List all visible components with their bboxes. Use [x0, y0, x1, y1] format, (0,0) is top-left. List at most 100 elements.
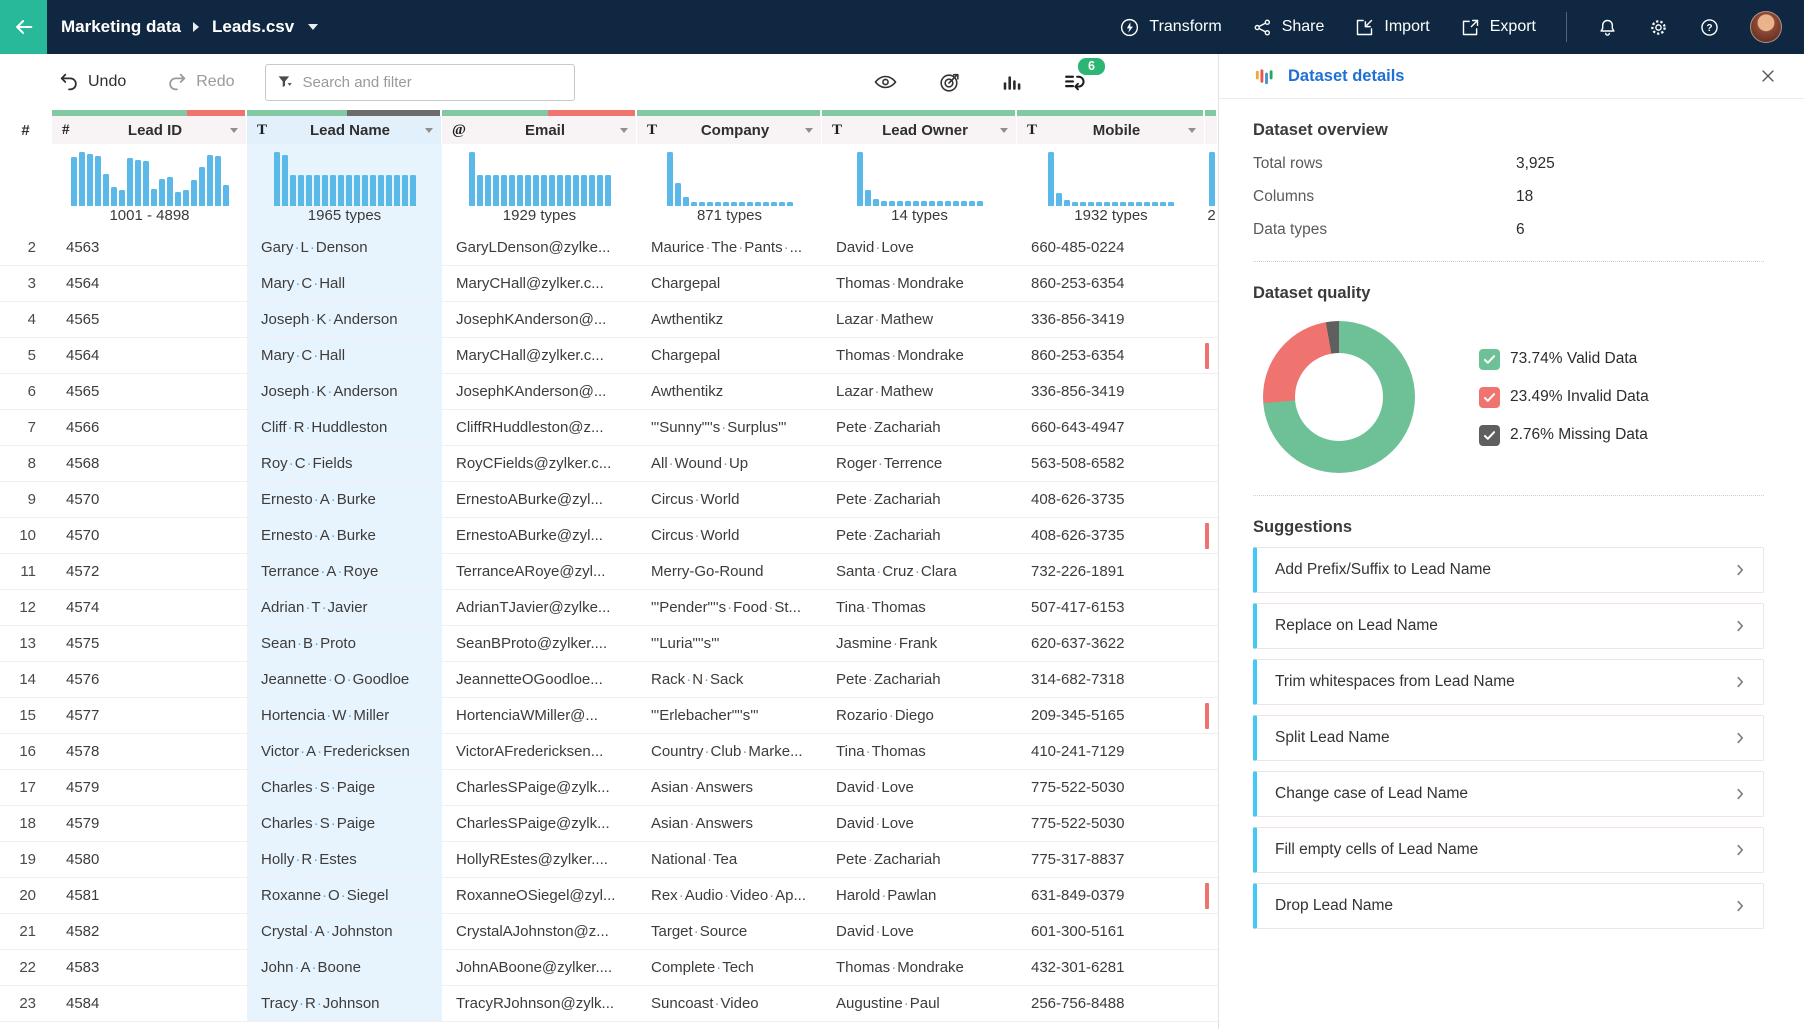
cell-mobile[interactable]: 507-417-6153: [1017, 590, 1205, 625]
breadcrumb-file[interactable]: Leads.csv: [212, 17, 294, 37]
cell-email[interactable]: HortenciaWMiller@...: [442, 698, 637, 733]
cell-email[interactable]: CharlesSPaige@zylk...: [442, 806, 637, 841]
cell-lead-name[interactable]: Joseph · K · Anderson: [247, 302, 442, 337]
column-header-email[interactable]: @ Email: [442, 116, 636, 144]
cell-lead-id[interactable]: 4578: [52, 734, 247, 769]
cell-mobile[interactable]: 432-301-6281: [1017, 950, 1205, 985]
help-button[interactable]: ?: [1699, 17, 1720, 38]
cell-lead-id[interactable]: 4564: [52, 266, 247, 301]
cell-lead-owner[interactable]: David · Love: [822, 770, 1017, 805]
cell-lead-owner[interactable]: Jasmine · Frank: [822, 626, 1017, 661]
cell-lead-owner[interactable]: Thomas · Mondrake: [822, 338, 1017, 373]
column-menu-caret-icon[interactable]: [1000, 127, 1008, 133]
close-panel-button[interactable]: [1758, 66, 1778, 86]
suggestion-card[interactable]: Change case of Lead Name: [1253, 771, 1764, 817]
cell-lead-name[interactable]: Jeannette · O · Goodloe: [247, 662, 442, 697]
cell-lead-owner[interactable]: Tina · Thomas: [822, 734, 1017, 769]
cell-email[interactable]: JeannetteOGoodloe...: [442, 662, 637, 697]
cell-email[interactable]: MaryCHall@zylker.c...: [442, 338, 637, 373]
cell-company[interactable]: "'Sunny"''s · Surplus'": [637, 410, 822, 445]
cell-company[interactable]: National · Tea: [637, 842, 822, 877]
cell-mobile[interactable]: 256-756-8488: [1017, 986, 1205, 1021]
cell-lead-owner[interactable]: Thomas · Mondrake: [822, 950, 1017, 985]
cell-mobile[interactable]: 631-849-0379: [1017, 878, 1205, 913]
import-button[interactable]: Import: [1354, 17, 1430, 38]
cell-email[interactable]: TerranceARoye@zyl...: [442, 554, 637, 589]
cell-company[interactable]: Circus · World: [637, 482, 822, 517]
cell-email[interactable]: CharlesSPaige@zylk...: [442, 770, 637, 805]
cell-lead-owner[interactable]: Pete · Zachariah: [822, 662, 1017, 697]
suggestion-card[interactable]: Add Prefix/Suffix to Lead Name: [1253, 547, 1764, 593]
cell-mobile[interactable]: 336-856-3419: [1017, 302, 1205, 337]
cell-lead-name[interactable]: Sean · B · Proto: [247, 626, 442, 661]
column-menu-caret-icon[interactable]: [1188, 127, 1196, 133]
cell-lead-owner[interactable]: Pete · Zachariah: [822, 518, 1017, 553]
user-avatar[interactable]: [1750, 11, 1782, 43]
cell-lead-id[interactable]: 4582: [52, 914, 247, 949]
cell-email[interactable]: SeanBProto@zylker....: [442, 626, 637, 661]
cell-lead-owner[interactable]: Santa · Cruz · Clara: [822, 554, 1017, 589]
cell-lead-name[interactable]: Gary · L · Denson: [247, 230, 442, 265]
cell-company[interactable]: Chargepal: [637, 338, 822, 373]
settings-button[interactable]: [1648, 17, 1669, 38]
cell-lead-owner[interactable]: Thomas · Mondrake: [822, 266, 1017, 301]
column-header-lead-name[interactable]: T Lead Name: [247, 116, 441, 144]
cell-company[interactable]: Rack · N · Sack: [637, 662, 822, 697]
transform-button[interactable]: Transform: [1119, 17, 1222, 38]
cell-lead-id[interactable]: 4579: [52, 770, 247, 805]
cell-email[interactable]: RoyCFields@zylker.c...: [442, 446, 637, 481]
column-header-overflow[interactable]: [1205, 116, 1217, 144]
cell-mobile[interactable]: 408-626-3735: [1017, 518, 1205, 553]
cell-lead-owner[interactable]: Lazar · Mathew: [822, 302, 1017, 337]
cell-company[interactable]: Target · Source: [637, 914, 822, 949]
export-button[interactable]: Export: [1460, 17, 1536, 38]
column-header-lead-id[interactable]: # Lead ID: [52, 116, 246, 144]
cell-lead-name[interactable]: Tracy · R · Johnson: [247, 986, 442, 1021]
cell-lead-name[interactable]: Mary · C · Hall: [247, 266, 442, 301]
column-header-rownum[interactable]: #: [0, 116, 51, 144]
cell-email[interactable]: JohnABoone@zylker....: [442, 950, 637, 985]
cell-lead-id[interactable]: 4575: [52, 626, 247, 661]
cell-email[interactable]: GaryLDenson@zylke...: [442, 230, 637, 265]
cell-lead-name[interactable]: Roxanne · O · Siegel: [247, 878, 442, 913]
cell-lead-name[interactable]: Adrian · T · Javier: [247, 590, 442, 625]
cell-mobile[interactable]: 775-522-5030: [1017, 770, 1205, 805]
cell-lead-owner[interactable]: Pete · Zachariah: [822, 482, 1017, 517]
cell-email[interactable]: ErnestoABurke@zyl...: [442, 518, 637, 553]
cell-email[interactable]: JosephKAnderson@...: [442, 374, 637, 409]
cell-lead-owner[interactable]: Pete · Zachariah: [822, 410, 1017, 445]
cell-lead-owner[interactable]: Roger · Terrence: [822, 446, 1017, 481]
cell-lead-owner[interactable]: David · Love: [822, 914, 1017, 949]
cell-lead-owner[interactable]: Augustine · Paul: [822, 986, 1017, 1021]
cell-lead-name[interactable]: Ernesto · A · Burke: [247, 518, 442, 553]
cell-mobile[interactable]: 620-637-3622: [1017, 626, 1205, 661]
cell-company[interactable]: "'Luria"''s'": [637, 626, 822, 661]
suggestion-card[interactable]: Split Lead Name: [1253, 715, 1764, 761]
cell-lead-id[interactable]: 4580: [52, 842, 247, 877]
cell-email[interactable]: CliffRHuddleston@z...: [442, 410, 637, 445]
cell-email[interactable]: ErnestoABurke@zyl...: [442, 482, 637, 517]
cell-lead-id[interactable]: 4570: [52, 518, 247, 553]
cell-company[interactable]: Awthentikz: [637, 302, 822, 337]
cell-lead-id[interactable]: 4574: [52, 590, 247, 625]
cell-company[interactable]: "'Erlebacher"''s'": [637, 698, 822, 733]
cell-email[interactable]: JosephKAnderson@...: [442, 302, 637, 337]
cell-mobile[interactable]: 732-226-1891: [1017, 554, 1205, 589]
cell-lead-id[interactable]: 4566: [52, 410, 247, 445]
column-menu-caret-icon[interactable]: [230, 127, 238, 133]
cell-lead-name[interactable]: Joseph · K · Anderson: [247, 374, 442, 409]
cell-email[interactable]: AdrianTJavier@zylke...: [442, 590, 637, 625]
cell-lead-owner[interactable]: Harold · Pawlan: [822, 878, 1017, 913]
cell-mobile[interactable]: 336-856-3419: [1017, 374, 1205, 409]
cell-lead-name[interactable]: Charles · S · Paige: [247, 770, 442, 805]
cell-company[interactable]: Circus · World: [637, 518, 822, 553]
cell-lead-owner[interactable]: Rozario · Diego: [822, 698, 1017, 733]
cell-lead-id[interactable]: 4565: [52, 302, 247, 337]
cell-company[interactable]: Complete · Tech: [637, 950, 822, 985]
cell-lead-owner[interactable]: Lazar · Mathew: [822, 374, 1017, 409]
suggestion-card[interactable]: Drop Lead Name: [1253, 883, 1764, 929]
cell-mobile[interactable]: 563-508-6582: [1017, 446, 1205, 481]
cell-email[interactable]: VictorAFredericksen...: [442, 734, 637, 769]
file-menu-caret-icon[interactable]: [308, 24, 319, 30]
cell-mobile[interactable]: 601-300-5161: [1017, 914, 1205, 949]
